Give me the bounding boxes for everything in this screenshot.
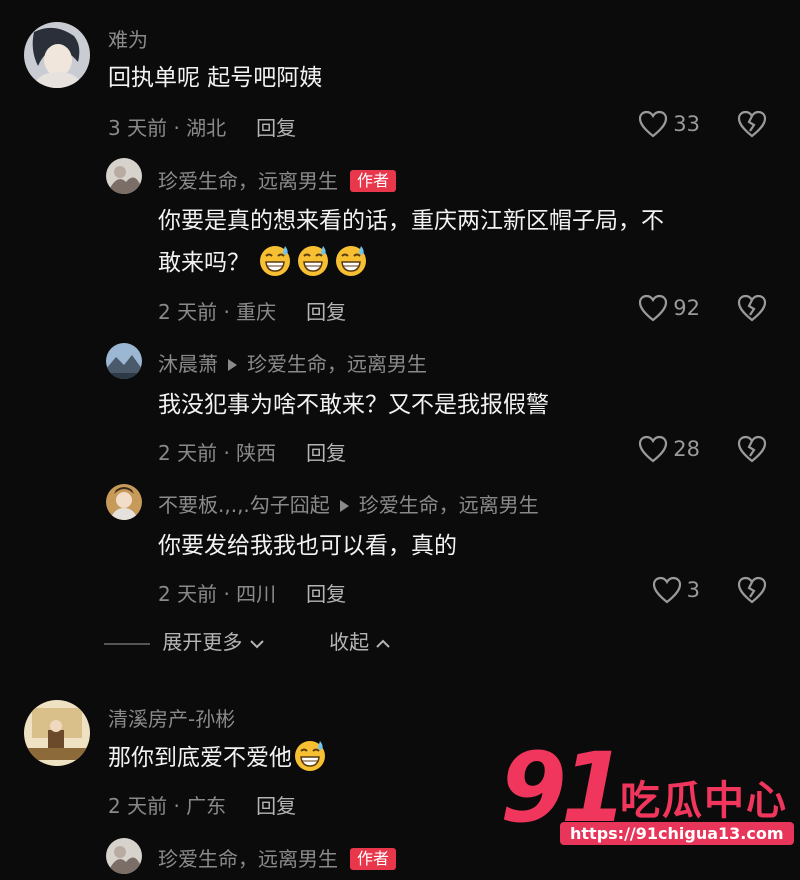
dislike-button[interactable] bbox=[736, 292, 768, 328]
reply-username[interactable]: 珍爱生命，远离男生 作者 bbox=[158, 843, 397, 872]
reply-meta: 2 天前 · 四川 回复 bbox=[158, 582, 347, 606]
broken-heart-icon bbox=[736, 108, 768, 140]
comment-meta: 3 天前 · 湖北 回复 bbox=[108, 116, 297, 140]
comment-location: 湖北 bbox=[186, 116, 227, 140]
grinning-sweat-emoji bbox=[292, 737, 328, 773]
chevron-up-icon bbox=[376, 639, 391, 648]
reply-meta: 2 天前 · 陕西 回复 bbox=[158, 441, 347, 465]
like-button[interactable]: 92 bbox=[637, 292, 700, 324]
heart-icon bbox=[637, 433, 669, 465]
reply-button[interactable]: 回复 bbox=[306, 300, 346, 324]
reply-username[interactable]: 珍爱生命，远离男生 作者 bbox=[158, 165, 397, 194]
reply-text: 你要发给我我也可以看，真的 bbox=[158, 533, 457, 559]
broken-heart-icon bbox=[736, 574, 768, 606]
dislike-button[interactable] bbox=[736, 433, 768, 469]
divider-line bbox=[104, 642, 150, 645]
collapse-button[interactable]: 收起 bbox=[329, 630, 391, 654]
heart-icon bbox=[637, 292, 669, 324]
reply-button[interactable]: 回复 bbox=[306, 441, 346, 465]
broken-heart-icon bbox=[736, 433, 768, 465]
avatar[interactable] bbox=[106, 838, 142, 874]
like-button[interactable]: 3 bbox=[651, 574, 700, 606]
comment-text: 那你到底爱不爱他 bbox=[108, 737, 330, 779]
chevron-down-icon bbox=[250, 639, 264, 648]
reply-to-name[interactable]: 珍爱生命，远离男生 bbox=[359, 493, 539, 517]
heart-icon bbox=[637, 108, 669, 140]
watermark-url: https://91chigua13.com bbox=[560, 822, 794, 845]
broken-heart-icon bbox=[736, 292, 768, 324]
reply-button[interactable]: 回复 bbox=[256, 116, 296, 140]
like-button[interactable]: 33 bbox=[637, 108, 700, 140]
like-count: 28 bbox=[673, 437, 700, 461]
replies-controls: 展开更多 收起 bbox=[104, 626, 391, 655]
reply-button[interactable]: 回复 bbox=[306, 582, 346, 606]
expand-more-button[interactable]: 展开更多 bbox=[162, 630, 264, 654]
comment-text: 回执单呢 起号吧阿姨 bbox=[108, 65, 323, 91]
reply-arrow-icon bbox=[339, 499, 349, 512]
like-count: 92 bbox=[673, 296, 700, 320]
reply-username[interactable]: 不要板.,.,.勾子囧起 珍爱生命，远离男生 bbox=[158, 489, 539, 518]
reply-text: 我没犯事为啥不敢来？又不是我报假警 bbox=[158, 392, 549, 418]
like-button[interactable]: 28 bbox=[637, 433, 700, 465]
reply-username[interactable]: 沐晨萧 珍爱生命，远离男生 bbox=[158, 348, 427, 377]
comment-time: 3 天前 bbox=[108, 116, 168, 140]
comment-username[interactable]: 难为 bbox=[108, 24, 148, 53]
avatar[interactable] bbox=[106, 343, 142, 379]
comment-username[interactable]: 清溪房产-孙彬 bbox=[108, 703, 235, 732]
reply-arrow-icon bbox=[228, 358, 237, 371]
reply-text: 你要是真的想来看的话，重庆两江新区帽子局，不 敢来吗？ bbox=[158, 208, 664, 278]
watermark-logo: 91 吃瓜中心 https://91chigua13.com bbox=[500, 738, 800, 850]
like-count: 3 bbox=[686, 578, 700, 602]
grinning-sweat-emoji bbox=[333, 242, 369, 278]
grinning-sweat-emoji bbox=[295, 242, 331, 278]
reply-meta: 2 天前 · 重庆 回复 bbox=[158, 300, 347, 324]
avatar[interactable] bbox=[106, 158, 142, 194]
dislike-button[interactable] bbox=[736, 574, 768, 610]
grinning-sweat-emoji bbox=[257, 242, 293, 278]
watermark-text: 吃瓜中心 bbox=[620, 778, 788, 824]
heart-icon bbox=[651, 574, 683, 606]
reply-to-name[interactable]: 珍爱生命，远离男生 bbox=[247, 352, 427, 376]
dislike-button[interactable] bbox=[736, 108, 768, 144]
author-badge: 作者 bbox=[350, 848, 397, 870]
reply-button[interactable]: 回复 bbox=[256, 794, 296, 818]
comment-meta: 2 天前 · 广东 回复 bbox=[108, 794, 297, 818]
avatar[interactable] bbox=[24, 700, 90, 766]
avatar[interactable] bbox=[24, 22, 90, 88]
like-count: 33 bbox=[673, 112, 700, 136]
avatar[interactable] bbox=[106, 484, 142, 520]
author-badge: 作者 bbox=[350, 170, 397, 192]
